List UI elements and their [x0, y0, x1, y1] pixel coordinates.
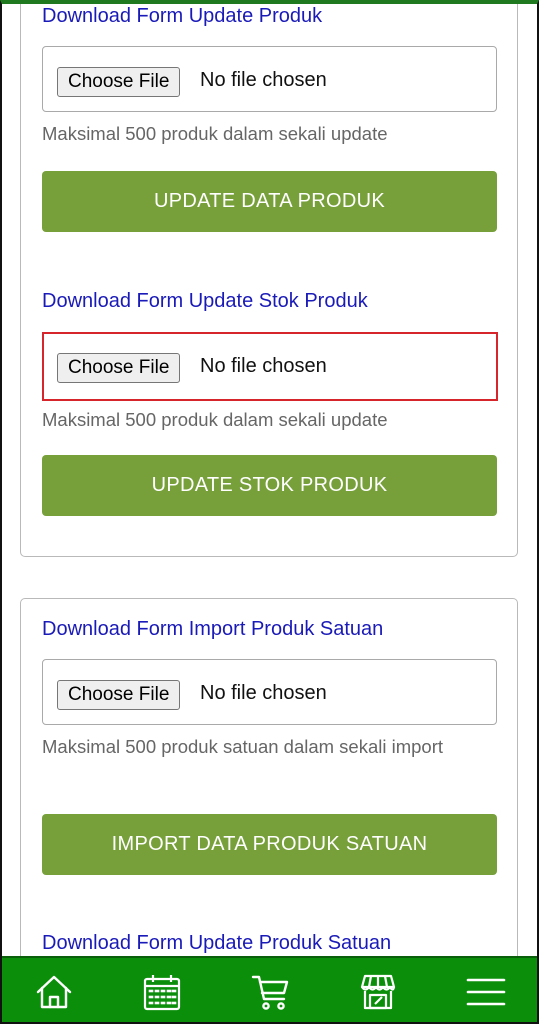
max-products-hint: Maksimal 500 produk satuan dalam sekali …: [42, 736, 444, 757]
store-icon: [360, 974, 396, 1010]
bottom-nav-bar: [2, 956, 537, 1024]
choose-file-button[interactable]: Choose File: [57, 353, 181, 383]
cart-icon: [251, 975, 289, 1010]
import-data-produk-satuan-button[interactable]: IMPORT DATA PRODUK SATUAN: [42, 814, 497, 875]
file-input-import-produk-satuan[interactable]: Choose File No file chosen: [42, 659, 497, 725]
file-status-text: No file chosen: [200, 355, 327, 377]
file-input-update-produk[interactable]: Choose File No file chosen: [42, 46, 497, 112]
download-form-update-produk-satuan-link[interactable]: Download Form Update Produk Satuan: [42, 932, 391, 955]
nav-cart[interactable]: [248, 970, 294, 1014]
download-form-update-produk-link[interactable]: Download Form Update Produk: [42, 5, 322, 28]
update-data-produk-button[interactable]: UPDATE DATA PRODUK: [42, 171, 497, 232]
nav-store[interactable]: [355, 970, 401, 1014]
file-status-text: No file chosen: [200, 682, 327, 704]
menu-icon: [466, 978, 506, 1006]
nav-calendar[interactable]: [139, 970, 185, 1014]
update-stok-produk-button[interactable]: UPDATE STOK PRODUK: [42, 455, 497, 516]
download-form-update-stok-link[interactable]: Download Form Update Stok Produk: [42, 290, 368, 313]
file-status-text: No file chosen: [200, 69, 327, 91]
choose-file-button[interactable]: Choose File: [57, 680, 181, 710]
max-products-hint: Maksimal 500 produk dalam sekali update: [42, 409, 388, 430]
nav-home[interactable]: [31, 970, 77, 1014]
file-input-update-stok[interactable]: Choose File No file chosen: [42, 332, 498, 401]
download-form-import-produk-satuan-link[interactable]: Download Form Import Produk Satuan: [42, 618, 383, 641]
nav-menu[interactable]: [463, 970, 509, 1014]
home-icon: [36, 975, 72, 1009]
calendar-icon: [143, 975, 181, 1011]
max-products-hint: Maksimal 500 produk dalam sekali update: [42, 123, 388, 144]
choose-file-button[interactable]: Choose File: [57, 67, 181, 97]
